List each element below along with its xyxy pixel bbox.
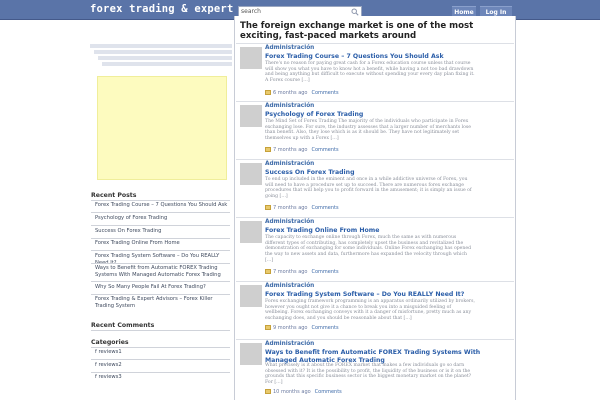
divider (91, 330, 230, 331)
calendar-icon (265, 269, 271, 274)
post-date: 7 months ago (273, 269, 308, 275)
recent-post-link[interactable]: Psychology of Forex Trading (95, 215, 230, 222)
recent-post-link[interactable]: Ways to Benefit from Automatic FOREX Tra… (95, 265, 230, 278)
page-headline: The foreign exchange market is one of th… (240, 21, 474, 41)
advertisement-box (97, 76, 227, 180)
avatar (240, 343, 262, 365)
post-meta: 10 months ago Comments (265, 389, 342, 395)
divider (91, 212, 230, 213)
divider (91, 250, 230, 251)
calendar-icon (265, 147, 271, 152)
post-author[interactable]: Administración (265, 219, 314, 225)
post-date: 6 months ago (273, 90, 308, 96)
post-title[interactable]: Psychology of Forex Trading (265, 111, 511, 119)
post-title[interactable]: Success On Forex Trading (265, 169, 511, 177)
recent-posts-heading: Recent Posts (91, 192, 137, 199)
divider (91, 294, 230, 295)
site-title[interactable]: forex trading & expert (90, 3, 233, 15)
recent-post-link[interactable]: Forex Trading Online From Home (95, 240, 230, 247)
categories-heading: Categories (91, 339, 129, 346)
post-title[interactable]: Forex Trading Online From Home (265, 227, 511, 235)
search-input[interactable] (239, 7, 347, 16)
post-excerpt: To end up included in the eminent and on… (265, 177, 472, 200)
divider (91, 200, 230, 201)
post-title[interactable]: Forex Trading Course – 7 Questions You S… (265, 53, 511, 61)
post-entry: Administración Ways to Benefit from Auto… (236, 339, 514, 397)
category-link[interactable]: f reviews1 (95, 349, 230, 356)
calendar-icon (265, 389, 271, 394)
post-excerpt: Forex exchanging framework programming i… (265, 299, 475, 322)
post-meta: 6 months ago Comments (265, 90, 339, 96)
post-author[interactable]: Administración (265, 283, 314, 289)
post-date: 7 months ago (273, 147, 308, 153)
divider (91, 347, 230, 348)
post-author[interactable]: Administración (265, 341, 314, 347)
post-meta: 7 months ago Comments (265, 269, 339, 275)
post-meta: 9 months ago Comments (265, 325, 339, 331)
recent-comments-heading: Recent Comments (91, 322, 155, 329)
post-entry: Administración Psychology of Forex Tradi… (236, 101, 514, 159)
post-excerpt: What precisely is it about the FOREX mar… (265, 363, 472, 386)
comments-link[interactable]: Comments (312, 269, 339, 275)
calendar-icon (265, 90, 271, 95)
post-entry: Administración Success On Forex Trading … (236, 159, 514, 217)
category-link[interactable]: f reviews3 (95, 374, 230, 381)
recent-post-link[interactable]: Forex Trading & Expert Advisors – Forex … (95, 296, 230, 309)
comments-link[interactable]: Comments (312, 325, 339, 331)
post-entry: Administración Forex Trading Course – 7 … (236, 43, 514, 101)
divider (91, 281, 230, 282)
post-author[interactable]: Administración (265, 45, 314, 51)
comments-link[interactable]: Comments (315, 389, 342, 395)
post-entry: Administración Forex Trading Online From… (236, 217, 514, 275)
avatar (240, 163, 262, 185)
post-excerpt: The Mind Set of Forex Trading The majori… (265, 119, 471, 142)
post-title[interactable]: Forex Trading System Software – Do You R… (265, 291, 511, 299)
post-date: 9 months ago (273, 325, 308, 331)
search-icon[interactable] (351, 8, 359, 16)
comments-link[interactable]: Comments (312, 90, 339, 96)
post-author[interactable]: Administración (265, 161, 314, 167)
post-date: 7 months ago (273, 205, 308, 211)
post-meta: 7 months ago Comments (265, 147, 339, 153)
avatar (240, 105, 262, 127)
divider (91, 238, 230, 239)
post-excerpt: There's no reason for paying great cash … (265, 61, 475, 84)
post-entry: Administración Forex Trading System Soft… (236, 281, 514, 339)
calendar-icon (265, 205, 271, 210)
divider (91, 372, 230, 373)
recent-post-link[interactable]: Forex Trading Course – 7 Questions You S… (95, 202, 230, 209)
divider (91, 359, 230, 360)
post-meta: 7 months ago Comments (265, 205, 339, 211)
category-link[interactable]: f reviews2 (95, 362, 230, 369)
divider (91, 225, 230, 226)
divider (91, 263, 230, 264)
recent-post-link[interactable]: Success On Forex Trading (95, 228, 230, 235)
avatar (240, 221, 262, 243)
post-excerpt: The capacity to exchange online through … (265, 235, 472, 263)
post-author[interactable]: Administración (265, 103, 314, 109)
comments-link[interactable]: Comments (312, 205, 339, 211)
post-date: 10 months ago (273, 389, 311, 395)
avatar (240, 285, 262, 307)
sidebar-header-graphic (90, 44, 232, 66)
post-title[interactable]: Ways to Benefit from Automatic FOREX Tra… (265, 349, 511, 364)
recent-post-link[interactable]: Why So Many People Fail At Forex Trading… (95, 284, 230, 291)
comments-link[interactable]: Comments (312, 147, 339, 153)
calendar-icon (265, 325, 271, 330)
avatar (240, 47, 262, 69)
